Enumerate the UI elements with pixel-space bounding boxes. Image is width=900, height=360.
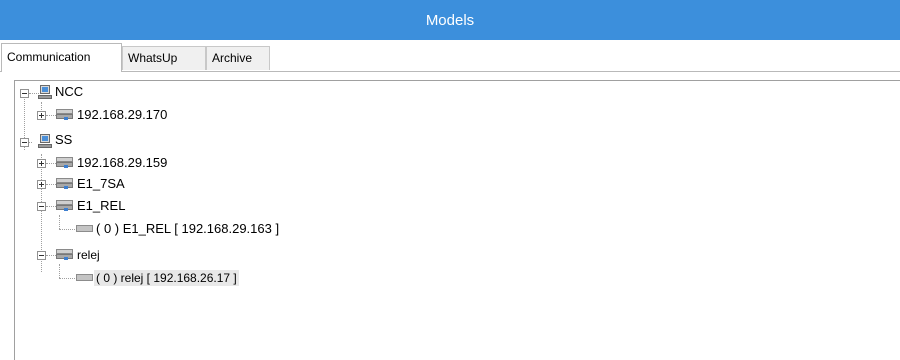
connection-icon [76, 224, 93, 233]
collapse-icon[interactable] [37, 202, 46, 211]
tree-node-label: ( 0 ) E1_REL [ 192.168.29.163 ] [96, 221, 280, 236]
tree-node-label: E1_REL [77, 198, 126, 213]
tree-connector [59, 215, 60, 229]
device-icon [55, 199, 74, 212]
tree-node-label: 192.168.29.170 [77, 107, 168, 122]
tab-archive[interactable]: Archive [206, 46, 270, 70]
expand-icon[interactable] [37, 159, 46, 168]
tree-connector [59, 278, 75, 279]
expand-icon[interactable] [37, 111, 46, 120]
model-tree-panel[interactable]: NCC 192.168.29.170 SS 192.168.29.159 E1_… [14, 80, 900, 360]
tab-label: WhatsUp [128, 51, 178, 65]
tree-node-label: NCC [55, 84, 84, 99]
window-title: Models [425, 11, 475, 29]
tree-node-label: 192.168.29.159 [77, 155, 168, 170]
tree-connector [59, 229, 75, 230]
device-icon [55, 177, 74, 190]
device-icon [55, 248, 74, 261]
tree-node-label: ( 0 ) relej [ 192.168.26.17 ] [94, 270, 239, 286]
collapse-icon[interactable] [20, 89, 29, 98]
tree-connector [59, 264, 60, 278]
tab-label: Archive [212, 51, 253, 65]
tab-label: Communication [7, 50, 91, 64]
collapse-icon[interactable] [20, 138, 29, 147]
device-icon [55, 108, 74, 121]
window-title-bar: Models [0, 0, 900, 40]
tree-node-label: E1_7SA [77, 176, 125, 191]
collapse-icon[interactable] [37, 251, 46, 260]
expand-icon[interactable] [37, 180, 46, 189]
model-tree: NCC 192.168.29.170 SS 192.168.29.159 E1_… [15, 81, 900, 360]
network-station-icon [37, 134, 53, 149]
tree-node-label: relej [77, 248, 100, 262]
tab-strip: Communication WhatsUp Archive [0, 40, 900, 72]
tab-whatsup[interactable]: WhatsUp [122, 46, 206, 70]
tab-communication[interactable]: Communication [1, 43, 122, 72]
tree-node-label: SS [55, 132, 73, 147]
connection-icon [76, 273, 93, 282]
device-icon [55, 156, 74, 169]
network-station-icon [37, 85, 53, 100]
